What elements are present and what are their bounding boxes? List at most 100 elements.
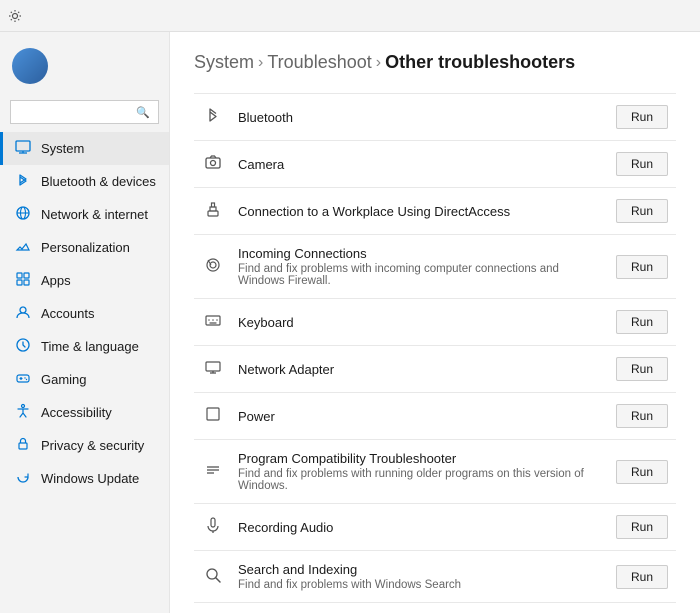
search-name: Search and Indexing [238, 562, 602, 577]
title-bar [0, 0, 700, 32]
update-nav-icon [15, 469, 31, 488]
apps-nav-icon [15, 271, 31, 290]
breadcrumb: System›Troubleshoot›Other troubleshooter… [194, 52, 676, 73]
power-name: Power [238, 409, 602, 424]
gaming-nav-icon [15, 370, 31, 389]
sidebar-item-label-apps: Apps [41, 273, 71, 288]
search-run-button[interactable]: Run [616, 565, 668, 589]
sidebar-item-label-system: System [41, 141, 84, 156]
avatar [12, 48, 48, 84]
incoming-desc: Find and fix problems with incoming comp… [238, 263, 602, 287]
search-icon [202, 566, 224, 588]
directaccess-run-button[interactable]: Run [616, 199, 668, 223]
minimize-button[interactable] [554, 0, 600, 32]
search-input[interactable] [19, 105, 130, 119]
sidebar-item-accessibility[interactable]: Accessibility [0, 396, 169, 429]
system-nav-icon [15, 139, 31, 158]
sidebar-item-network[interactable]: Network & internet [0, 198, 169, 231]
search-info: Search and Indexing Find and fix problems… [238, 562, 602, 591]
troubleshooter-item-keyboard: Keyboard Run [194, 299, 676, 346]
close-button[interactable] [646, 0, 692, 32]
personalization-nav-icon [15, 238, 31, 257]
settings-window-icon [8, 9, 22, 23]
keyboard-info: Keyboard [238, 315, 602, 330]
sidebar-item-label-gaming: Gaming [41, 372, 87, 387]
search-desc: Find and fix problems with Windows Searc… [238, 579, 602, 591]
compatibility-info: Program Compatibility TroubleshooterFind… [238, 451, 602, 492]
power-icon [202, 405, 224, 427]
troubleshooter-item-bluetooth: BluetoothRun [194, 93, 676, 141]
bluetooth-run-button[interactable]: Run [616, 105, 668, 129]
bluetooth-nav-icon [15, 172, 31, 191]
time-nav-icon [15, 337, 31, 356]
accounts-nav-icon [15, 304, 31, 323]
camera-name: Camera [238, 157, 602, 172]
troubleshooter-item-incoming: Incoming Connections Find and fix problem… [194, 235, 676, 299]
keyboard-name: Keyboard [238, 315, 602, 330]
directaccess-icon [202, 200, 224, 222]
bluetooth-icon [202, 106, 224, 128]
keyboard-run-button[interactable]: Run [616, 310, 668, 334]
incoming-name: Incoming Connections [238, 246, 602, 261]
window-content: 🔍 System Bluetooth & devices Network & int… [0, 32, 700, 613]
network-run-button[interactable]: Run [616, 357, 668, 381]
keyboard-icon [202, 311, 224, 333]
sidebar-item-accounts[interactable]: Accounts [0, 297, 169, 330]
breadcrumb-separator: › [376, 54, 381, 72]
sidebar-item-label-time: Time & language [41, 339, 139, 354]
troubleshooter-item-directaccess: Connection to a Workplace Using DirectAc… [194, 188, 676, 235]
camera-info: Camera [238, 157, 602, 172]
troubleshooter-item-camera: Camera Run [194, 141, 676, 188]
maximize-button[interactable] [600, 0, 646, 32]
title-bar-left [8, 9, 28, 23]
incoming-run-button[interactable]: Run [616, 255, 668, 279]
sidebar-item-privacy[interactable]: Privacy & security [0, 429, 169, 462]
troubleshooter-item-search: Search and Indexing Find and fix problems… [194, 551, 676, 603]
sidebar-item-gaming[interactable]: Gaming [0, 363, 169, 396]
compatibility-run-button[interactable]: Run [616, 460, 668, 484]
audio-name: Recording Audio [238, 520, 602, 535]
network-icon [202, 358, 224, 380]
troubleshooter-item-audio: Recording Audio Run [194, 504, 676, 551]
audio-run-button[interactable]: Run [616, 515, 668, 539]
directaccess-name: Connection to a Workplace Using DirectAc… [238, 204, 602, 219]
profile-section [0, 36, 169, 96]
sidebar-item-label-update: Windows Update [41, 471, 139, 486]
sidebar-item-label-bluetooth: Bluetooth & devices [41, 174, 156, 189]
troubleshooter-item-network: Network Adapter Run [194, 346, 676, 393]
directaccess-info: Connection to a Workplace Using DirectAc… [238, 204, 602, 219]
search-box[interactable]: 🔍 [10, 100, 159, 124]
troubleshooter-list: BluetoothRun Camera Run Connection to a Wor… [194, 93, 676, 613]
title-bar-controls [554, 0, 692, 32]
breadcrumb-separator: › [258, 54, 263, 72]
sidebar-item-label-personalization: Personalization [41, 240, 130, 255]
breadcrumb-item-0[interactable]: System [194, 52, 254, 73]
network-name: Network Adapter [238, 362, 602, 377]
network-info: Network Adapter [238, 362, 602, 377]
compatibility-icon [202, 461, 224, 483]
breadcrumb-item-1[interactable]: Troubleshoot [267, 52, 371, 73]
camera-run-button[interactable]: Run [616, 152, 668, 176]
incoming-icon [202, 256, 224, 278]
privacy-nav-icon [15, 436, 31, 455]
sidebar-item-apps[interactable]: Apps [0, 264, 169, 297]
sidebar-item-bluetooth[interactable]: Bluetooth & devices [0, 165, 169, 198]
audio-info: Recording Audio [238, 520, 602, 535]
troubleshooter-item-shared: Shared FoldersRun [194, 603, 676, 613]
search-icon: 🔍 [136, 106, 150, 119]
sidebar-item-system[interactable]: System [0, 132, 169, 165]
sidebar-item-update[interactable]: Windows Update [0, 462, 169, 495]
nav-list: System Bluetooth & devices Network & inter… [0, 132, 169, 495]
troubleshooter-item-compatibility: Program Compatibility TroubleshooterFind… [194, 440, 676, 504]
sidebar: 🔍 System Bluetooth & devices Network & int… [0, 32, 170, 613]
network-nav-icon [15, 205, 31, 224]
sidebar-item-label-accounts: Accounts [41, 306, 94, 321]
sidebar-item-time[interactable]: Time & language [0, 330, 169, 363]
audio-icon [202, 516, 224, 538]
power-run-button[interactable]: Run [616, 404, 668, 428]
troubleshooter-item-power: Power Run [194, 393, 676, 440]
sidebar-item-label-privacy: Privacy & security [41, 438, 144, 453]
compatibility-desc: Find and fix problems with running older… [238, 468, 602, 492]
camera-icon [202, 153, 224, 175]
sidebar-item-personalization[interactable]: Personalization [0, 231, 169, 264]
